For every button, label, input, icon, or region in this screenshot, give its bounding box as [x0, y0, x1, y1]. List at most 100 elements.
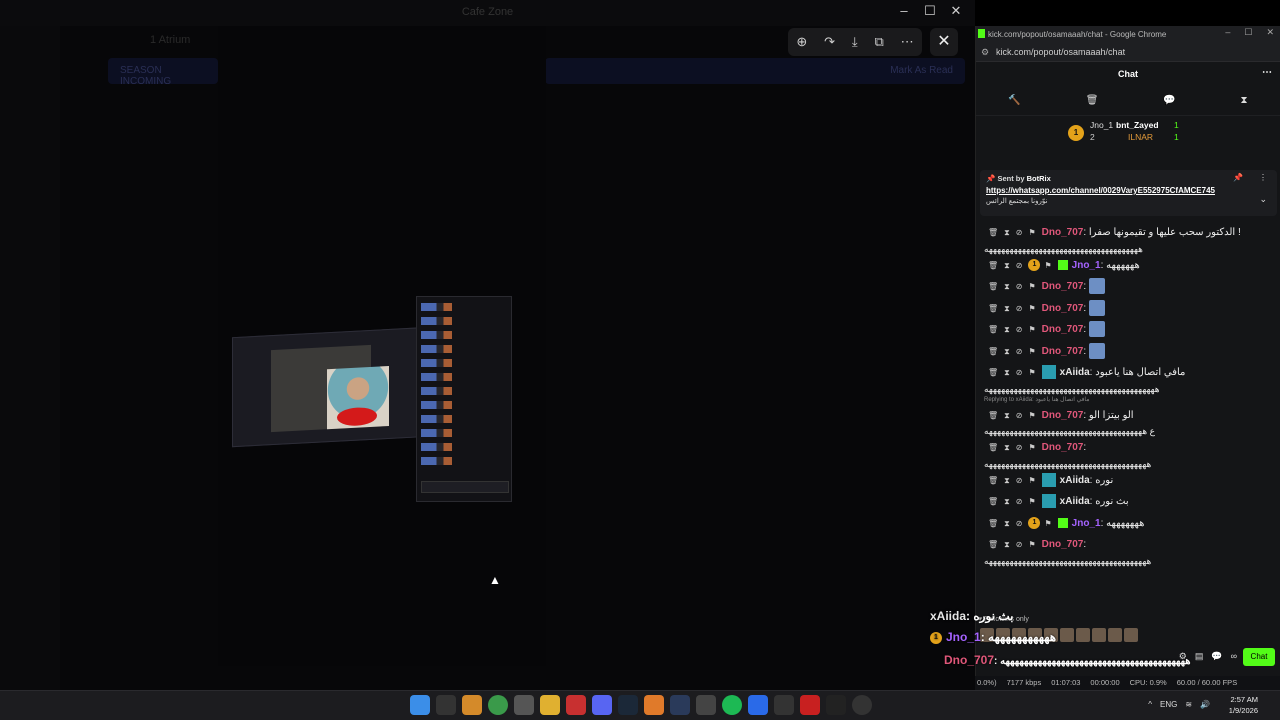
spotify-icon[interactable] — [722, 695, 742, 715]
ban-icon[interactable]: ⊘ — [1016, 411, 1023, 420]
close-icon[interactable]: ✕ — [943, 3, 969, 19]
pinned-menu-icon[interactable]: ⋮ — [1259, 173, 1267, 182]
chat-username[interactable]: Jno_1 — [1072, 518, 1101, 529]
link-icon[interactable]: ∞ — [1231, 651, 1237, 662]
timeout-icon[interactable]: ⧗ — [1004, 282, 1010, 291]
more-icon[interactable]: ⋯ — [901, 34, 914, 50]
chat-username[interactable]: Jno_1 — [1072, 260, 1101, 271]
chat-username[interactable]: Dno_707 — [1042, 442, 1084, 453]
hammer-icon[interactable]: 🔨 — [1008, 95, 1020, 106]
ban-icon[interactable]: ⊘ — [1016, 368, 1023, 377]
chat-username[interactable]: xAiida — [1060, 496, 1090, 507]
minimize-icon[interactable]: – — [891, 3, 917, 19]
chat-username[interactable]: xAiida — [1060, 367, 1090, 378]
delete-icon[interactable]: 🗑 — [988, 497, 998, 506]
maximize-icon[interactable]: ☐ — [1244, 27, 1252, 38]
ban-icon[interactable]: ⊘ — [1016, 476, 1023, 485]
chat-bubble-icon[interactable]: 💬 — [1163, 95, 1175, 106]
rotate-icon[interactable]: ↷ — [824, 34, 835, 50]
delete-icon[interactable]: 🗑 — [988, 325, 998, 334]
chat-username[interactable]: Dno_707 — [1042, 227, 1084, 238]
send-chat-button[interactable]: Chat — [1243, 648, 1275, 666]
chat-message[interactable]: 🗑 ⧗ ⊘ ⚑ Dno_707: الو بيتزا الو ع هههههههههههه… — [976, 405, 1280, 438]
ban-icon[interactable]: ⊘ — [1016, 519, 1023, 528]
delete-icon[interactable]: 🗑 — [988, 368, 998, 377]
chat-message[interactable]: 🗑 ⧗ ⊘ ⚑ Dno_707: ههههههههههههههههههههههههههه… — [976, 534, 1280, 567]
ban-icon[interactable]: ⊘ — [1016, 540, 1023, 549]
ban-icon[interactable]: ⊘ — [1016, 228, 1023, 237]
lang-indicator[interactable]: ENG — [1160, 700, 1177, 709]
file-explorer-icon[interactable] — [540, 695, 560, 715]
timeout-icon[interactable]: ⧗ — [1004, 497, 1010, 506]
chat-message[interactable]: 🗑 ⧗ ⊘ ⚑ Dno_707: — [976, 319, 1280, 341]
app-icon[interactable] — [566, 695, 586, 715]
chat-username[interactable]: Dno_707 — [1042, 410, 1084, 421]
discord-icon[interactable] — [592, 695, 612, 715]
timeout-icon[interactable]: ⧗ — [1004, 261, 1010, 270]
chat-menu-icon[interactable]: ⋯ — [1262, 67, 1272, 78]
trash-icon[interactable]: 🗑 — [1086, 95, 1099, 106]
delete-icon[interactable]: 🗑 — [988, 540, 998, 549]
delete-icon[interactable]: 🗑 — [988, 443, 998, 452]
delete-icon[interactable]: 🗑 — [988, 261, 998, 270]
open-external-icon[interactable]: ⧉ — [874, 34, 883, 50]
timeout-icon[interactable]: ⧗ — [1004, 325, 1010, 334]
chat-message[interactable]: 🗑 ⧗ ⊘ ⚑ Dno_707: الدكتور سحب عليها و تقيمونه… — [976, 222, 1280, 255]
chat-bubble-icon[interactable]: 💬 — [1211, 651, 1222, 662]
app-icon[interactable] — [774, 695, 794, 715]
taskbar-clock[interactable]: 2:57 AM 1/9/2026 — [1229, 694, 1258, 716]
chat-message[interactable]: 🗑 ⧗ ⊘ ⚑ xAiida: مافي اتصال هنا ياعبود ههههههه… — [976, 362, 1280, 395]
app-icon[interactable] — [514, 695, 534, 715]
wifi-icon[interactable]: ≋ — [1185, 700, 1192, 709]
chat-username[interactable]: Dno_707 — [1042, 281, 1084, 292]
chat-username[interactable]: Dno_707 — [1042, 324, 1084, 335]
steam-icon[interactable] — [618, 695, 638, 715]
capcut-icon[interactable] — [826, 695, 846, 715]
ban-icon[interactable]: ⊘ — [1016, 347, 1023, 356]
app-icon[interactable] — [748, 695, 768, 715]
hourglass-icon[interactable]: ⧗ — [1241, 95, 1248, 106]
chat-message[interactable]: 🗑 ⧗ ⊘ ⚑ Dno_707: — [976, 276, 1280, 298]
delete-icon[interactable]: 🗑 — [988, 411, 998, 420]
chat-message[interactable]: 🗑 ⧗ ⊘ ⚑ Dno_707: — [976, 298, 1280, 320]
search-icon[interactable] — [436, 695, 456, 715]
chat-message[interactable]: 🗑 ⧗ ⊘ ⚑ xAiida: بث نوره — [976, 491, 1280, 513]
delete-icon[interactable]: 🗑 — [988, 347, 998, 356]
emote-icon[interactable] — [1076, 628, 1090, 642]
close-icon[interactable]: ✕ — [1266, 27, 1274, 38]
store-icon[interactable]: ▤ — [1195, 651, 1204, 662]
ban-icon[interactable]: ⊘ — [1016, 325, 1023, 334]
pinned-link[interactable]: https://whatsapp.com/channel/0029VaryE55… — [980, 183, 1277, 195]
ban-icon[interactable]: ⊘ — [1016, 261, 1023, 270]
chrome-icon[interactable] — [488, 695, 508, 715]
windows-start-icon[interactable] — [410, 695, 430, 715]
unpin-icon[interactable]: 📌 — [1233, 173, 1243, 182]
emote-icon[interactable] — [1124, 628, 1138, 642]
chat-username[interactable]: Dno_707 — [1042, 539, 1084, 550]
chat-message[interactable]: 🗑 ⧗ ⊘ ⚑ Dno_707: ههههههههههههههههههههههههههه… — [976, 437, 1280, 470]
timeout-icon[interactable]: ⧗ — [1004, 443, 1010, 452]
chat-message[interactable]: 🗑 ⧗ ⊘ ⚑ Dno_707: — [976, 341, 1280, 363]
site-info-icon[interactable]: ⚙ — [981, 47, 989, 58]
viewer-close-button[interactable]: ✕ — [930, 28, 958, 56]
minimize-icon[interactable]: – — [1225, 27, 1230, 38]
ban-icon[interactable]: ⊘ — [1016, 443, 1023, 452]
delete-icon[interactable]: 🗑 — [988, 228, 998, 237]
chat-message[interactable]: 🗑 ⧗ ⊘ ⚑ xAiida: نوره — [976, 470, 1280, 492]
delete-icon[interactable]: 🗑 — [988, 304, 998, 313]
chevron-down-icon[interactable]: ⌄ — [1259, 194, 1267, 205]
maximize-icon[interactable]: ☐ — [917, 3, 943, 19]
timeout-icon[interactable]: ⧗ — [1004, 476, 1010, 485]
app-icon[interactable] — [462, 695, 482, 715]
timeout-icon[interactable]: ⧗ — [1004, 540, 1010, 549]
app-icon[interactable] — [800, 695, 820, 715]
chat-username[interactable]: Dno_707 — [1042, 303, 1084, 314]
obs-icon[interactable] — [852, 695, 872, 715]
chat-message[interactable]: 🗑 ⧗ ⊘ 1 ⚑ Jno_1: هههههههه — [976, 513, 1280, 535]
chrome-address-bar[interactable]: ⚙ kick.com/popout/osamaaah/chat — [976, 42, 1280, 62]
delete-icon[interactable]: 🗑 — [988, 476, 998, 485]
timeout-icon[interactable]: ⧗ — [1004, 411, 1010, 420]
app-icon[interactable] — [644, 695, 664, 715]
chat-message[interactable]: 🗑 ⧗ ⊘ 1 ⚑ Jno_1: ههههههه — [976, 255, 1280, 277]
app-icon[interactable] — [670, 695, 690, 715]
